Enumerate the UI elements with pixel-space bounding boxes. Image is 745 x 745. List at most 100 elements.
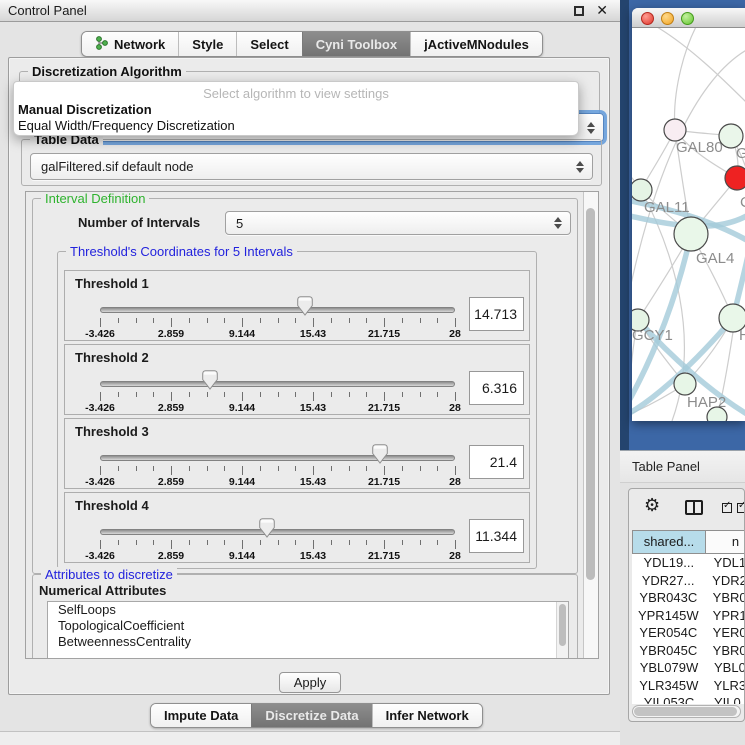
gear-icon[interactable]: ⚙ <box>644 495 660 516</box>
tick-mark <box>331 392 332 397</box>
table-row[interactable]: YIL053CYIL0 <box>632 694 745 704</box>
number-of-intervals-combo[interactable]: 5 <box>225 211 571 235</box>
table-cell[interactable]: YBR043C <box>632 589 705 607</box>
slider-thumb-icon[interactable] <box>372 444 389 464</box>
tick-mark <box>366 392 367 397</box>
network-node-label: H <box>739 327 745 344</box>
slider-thumb-icon[interactable] <box>202 370 219 390</box>
close-icon[interactable]: ✕ <box>596 2 608 19</box>
table-row[interactable]: YPR145WYPR1 <box>632 607 745 625</box>
checkbox-icon[interactable] <box>722 503 732 513</box>
network-node-GAL11[interactable] <box>632 179 652 201</box>
table-row[interactable]: YBR043CYBR0 <box>632 589 745 607</box>
table-cell[interactable]: YER0 <box>705 624 745 642</box>
interval-definition-group: Interval Definition Number of Intervals … <box>32 198 578 574</box>
threshold-slider[interactable]: -3.4262.8599.14415.4321.71528 <box>100 271 455 340</box>
slider-track[interactable] <box>100 307 455 313</box>
slider-track[interactable] <box>100 381 455 387</box>
close-traffic-light-icon[interactable] <box>641 12 654 25</box>
network-node-GAL4[interactable] <box>674 217 708 251</box>
zoom-traffic-light-icon[interactable] <box>681 12 694 25</box>
tick-mark <box>189 392 190 397</box>
network-node-HAP2[interactable] <box>674 373 696 395</box>
slider-thumb-icon[interactable] <box>296 296 313 316</box>
tab-label: Style <box>192 37 223 52</box>
tab-impute-data[interactable]: Impute Data <box>151 704 251 727</box>
network-canvas[interactable]: GAL80GACGAL11GAL4GCY1HHAP2 <box>632 28 745 421</box>
table-data-combo[interactable]: galFiltered.sif default node <box>30 153 593 180</box>
column-header-shared-name[interactable]: shared... <box>632 530 706 554</box>
network-node-label: GCY1 <box>632 327 673 344</box>
list-scrollbar[interactable] <box>556 602 568 659</box>
split-columns-icon[interactable] <box>685 500 703 515</box>
column-header-name[interactable]: n <box>706 530 745 554</box>
table-cell[interactable]: YPR1 <box>705 607 745 625</box>
settings-vertical-scrollbar[interactable] <box>583 192 598 658</box>
table-row[interactable]: YBL079WYBL0 <box>632 659 745 677</box>
tick-mark <box>313 540 314 549</box>
table-cell[interactable]: YBR0 <box>705 642 745 660</box>
table-cell[interactable]: YDL19... <box>632 554 706 572</box>
threshold-slider[interactable]: -3.4262.8599.14415.4321.71528 <box>100 419 455 488</box>
combo-stepper-icon <box>576 161 584 173</box>
tick-mark <box>455 466 456 475</box>
table-cell[interactable]: YLR345W <box>632 677 706 695</box>
threshold-value-field[interactable]: 21.4 <box>469 445 524 479</box>
apply-button[interactable]: Apply <box>279 672 341 693</box>
network-edge[interactable] <box>650 28 745 106</box>
tick-mark <box>242 392 243 401</box>
popup-option-manual-discretization[interactable]: Manual Discretization <box>18 102 152 117</box>
table-cell[interactable]: YDL1 <box>706 554 745 572</box>
tick-label: 15.43 <box>300 402 326 414</box>
tick-mark <box>455 392 456 401</box>
network-node-unlabeled[interactable] <box>707 407 727 421</box>
table-row[interactable]: YBR045CYBR0 <box>632 642 745 660</box>
tab-discretize-data[interactable]: Discretize Data <box>251 704 371 727</box>
threshold-value-field[interactable]: 14.713 <box>469 297 524 331</box>
table-cell[interactable]: YBL0 <box>706 659 745 677</box>
table-cell[interactable]: YDR27... <box>632 572 704 590</box>
slider-thumb-icon[interactable] <box>258 518 275 538</box>
tab-jactivemnodules[interactable]: jActiveMNodules <box>410 32 542 56</box>
table-horizontal-scrollbar[interactable] <box>632 705 741 718</box>
list-item[interactable]: TopologicalCoefficient <box>48 618 568 634</box>
table-cell[interactable]: YLR3 <box>706 677 745 695</box>
threshold-value-field[interactable]: 11.344 <box>469 519 524 553</box>
tick-label: 15.43 <box>300 476 326 488</box>
tick-mark <box>349 540 350 545</box>
tick-mark <box>278 318 279 323</box>
tab-cyni-toolbox[interactable]: Cyni Toolbox <box>302 32 410 56</box>
float-window-icon[interactable] <box>574 6 584 16</box>
table-row[interactable]: YDR27...YDR2 <box>632 572 745 590</box>
tab-select[interactable]: Select <box>236 32 301 56</box>
table-row[interactable]: YLR345WYLR3 <box>632 677 745 695</box>
table-row[interactable]: YER054CYER0 <box>632 624 745 642</box>
minimize-traffic-light-icon[interactable] <box>661 12 674 25</box>
popup-option-equal-width-frequency[interactable]: Equal Width/Frequency Discretization <box>18 118 235 133</box>
table-cell[interactable]: YBR0 <box>705 589 745 607</box>
tab-network[interactable]: Network <box>82 32 178 56</box>
table-row[interactable]: YDL19...YDL1 <box>632 554 745 572</box>
threshold-slider[interactable]: -3.4262.8599.14415.4321.71528 <box>100 345 455 414</box>
tab-style[interactable]: Style <box>178 32 236 56</box>
network-node-GAL80[interactable] <box>664 119 686 141</box>
table-cell[interactable]: YER054C <box>632 624 705 642</box>
tick-mark <box>278 392 279 397</box>
table-cell[interactable]: YBR045C <box>632 642 705 660</box>
table-cell[interactable]: YPR145W <box>632 607 705 625</box>
slider-track[interactable] <box>100 455 455 461</box>
list-item[interactable]: BetweennessCentrality <box>48 634 568 650</box>
table-cell[interactable]: YIL0 <box>706 694 741 704</box>
threshold-value-field[interactable]: 6.316 <box>469 371 524 405</box>
checkbox-icon[interactable] <box>737 503 745 513</box>
network-node-C[interactable] <box>725 166 745 190</box>
table-cell[interactable]: YIL053C <box>632 694 706 704</box>
attributes-to-discretize-group: Attributes to discretize Numerical Attri… <box>32 574 578 659</box>
slider-track[interactable] <box>100 529 455 535</box>
table-cell[interactable]: YDR2 <box>704 572 745 590</box>
threshold-slider[interactable]: -3.4262.8599.14415.4321.71528 <box>100 493 455 562</box>
table-cell[interactable]: YBL079W <box>632 659 706 677</box>
list-item[interactable]: SelfLoops <box>48 602 568 618</box>
tab-infer-network[interactable]: Infer Network <box>372 704 482 727</box>
tick-label: -3.426 <box>85 476 115 488</box>
